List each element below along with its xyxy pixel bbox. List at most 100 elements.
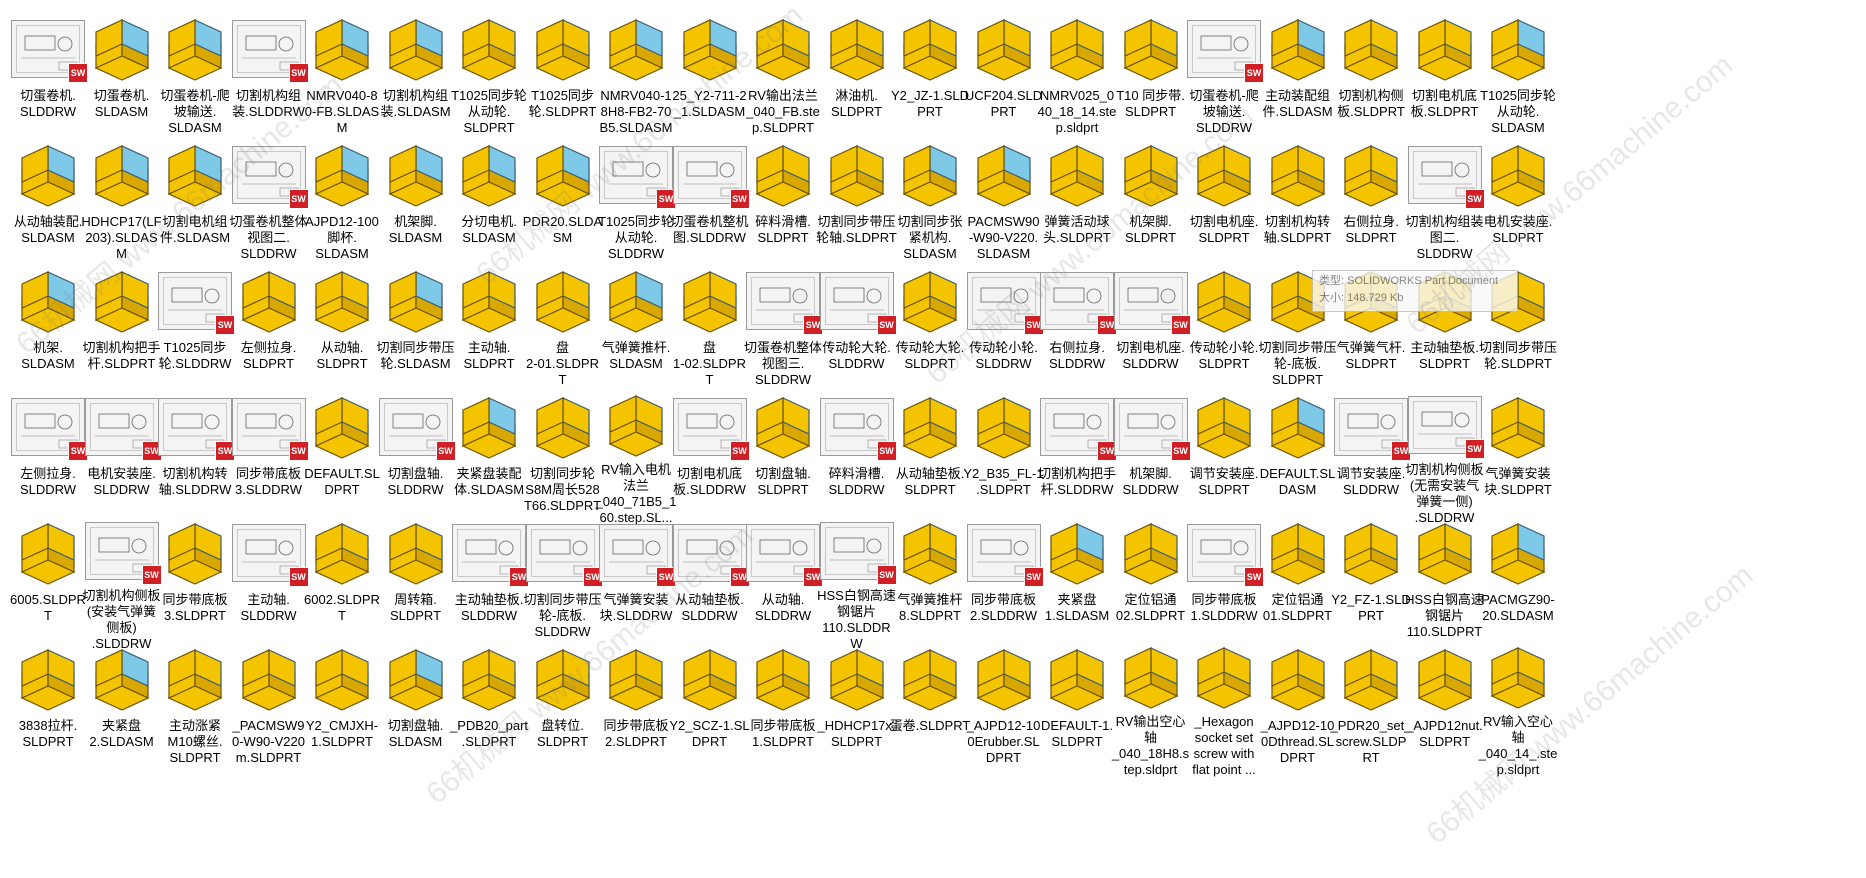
part-icon (524, 390, 602, 464)
file-name: 切蛋卷机. SLDDRW (19, 88, 77, 119)
file-name: 6002.SLDPR T (304, 592, 380, 623)
part-icon (303, 264, 381, 338)
part-icon (1406, 516, 1484, 590)
file-name: 主动装配组 件.SLDASM (1262, 88, 1333, 119)
file-name: 同步带底板 1.SLDPRT (750, 718, 816, 749)
part-icon (1332, 516, 1410, 590)
drawing-icon: SW (818, 390, 897, 464)
file-item[interactable]: 夹紧盘 2.SLDASM (80, 630, 164, 778)
drawing-icon: SW (230, 138, 309, 212)
file-item[interactable]: _AJPD12-10 0Dthread.SL DPRT (1256, 630, 1340, 778)
drawing-icon: SW (83, 516, 162, 586)
file-name: 切割电机底 板.SLDPRT (1410, 88, 1479, 119)
file-item[interactable]: 蛋卷.SLDPRT (888, 630, 972, 778)
file-name: 蛋卷.SLDPRT (889, 718, 971, 733)
drawing-icon: SW (1406, 390, 1485, 460)
part-icon (597, 642, 675, 716)
assembly-icon (1259, 390, 1337, 464)
file-item[interactable]: 主动涨紧 M10螺丝. SLDPRT (153, 630, 237, 778)
part-icon (1259, 642, 1337, 716)
file-item[interactable]: Y2_SCZ-1.SL DPRT (668, 630, 752, 778)
file-item[interactable]: _PACMSW9 0-W90-V220 m.SLDPRT (227, 630, 311, 778)
part-icon (524, 642, 602, 716)
file-name: 左侧拉身. SLDDRW (19, 466, 77, 497)
file-name: 主动轴. SLDDRW (240, 592, 297, 623)
file-name: 夹紧盘 2.SLDASM (89, 718, 154, 749)
file-item[interactable]: Y2_CMJXH- 1.SLDPRT (300, 630, 384, 778)
drawing-thumbnail: SW (231, 20, 309, 83)
file-name: 主动轴垫板. SLDPRT (1410, 340, 1479, 371)
file-item[interactable]: _AJPD12nut. SLDPRT (1403, 630, 1487, 778)
file-item[interactable]: 同步带底板 1.SLDPRT (741, 630, 825, 778)
file-item[interactable]: RV输入空心 轴 _040_14_.ste p.sldprt (1476, 630, 1560, 778)
part-icon (156, 516, 234, 590)
file-name: 盘转位. SLDPRT (536, 718, 589, 749)
part-icon (1185, 138, 1263, 212)
drawing-icon: SW (965, 516, 1044, 590)
drawing-thumbnail: SW (819, 272, 897, 335)
drawing-thumbnail: SW (452, 524, 529, 587)
part-icon (1259, 516, 1337, 590)
file-name: Y2_CMJXH- 1.SLDPRT (305, 718, 379, 749)
file-item[interactable]: 同步带底板 2.SLDPRT (594, 630, 678, 778)
part-icon (1332, 642, 1410, 716)
drawing-icon: SW (1185, 12, 1264, 86)
part-icon (450, 264, 528, 338)
drawing-thumbnail: SW (966, 524, 1044, 587)
file-name: 机架脚. SLDDRW (1122, 466, 1179, 497)
drawing-icon: SW (450, 516, 529, 590)
file-item[interactable]: _Hexagon socket set screw with flat poin… (1182, 630, 1266, 778)
file-item[interactable]: _PDR20_set_ screw.SLDP RT (1329, 630, 1413, 778)
file-name: 右侧拉身. SLDPRT (1343, 214, 1399, 245)
drawing-icon: SW (1406, 138, 1485, 212)
drawing-icon: SW (597, 516, 676, 590)
file-name: 切割机构组 装.SLDDRW (232, 88, 305, 119)
file-name: 周转箱. SLDPRT (389, 592, 442, 623)
drawing-icon: SW (818, 516, 897, 586)
file-name: 定位铝通 01.SLDPRT (1262, 592, 1333, 623)
file-name: _PACMSW9 0-W90-V220 m.SLDPRT (232, 718, 305, 765)
file-item[interactable]: _HDHCP17x. SLDPRT (815, 630, 899, 778)
file-name: 同步带底板 1.SLDDRW (1190, 592, 1258, 623)
file-name: 从动轴装配. SLDASM (13, 214, 83, 245)
file-item[interactable]: _PDB20_part .SLDPRT (447, 630, 531, 778)
file-name: T10 同步带. SLDPRT (1116, 88, 1185, 119)
assembly-icon (377, 138, 455, 212)
tooltip-type: 类型: SOLIDWORKS Part Document (1319, 275, 1499, 287)
part-icon (1332, 138, 1410, 212)
file-item[interactable]: RV输出空心 轴 _040_18H8.s tep.sldprt (1109, 630, 1193, 778)
file-name: 同步带底板 3.SLDDRW (235, 466, 302, 497)
drawing-icon: SW (1038, 264, 1117, 338)
drawing-icon: SW (1112, 264, 1191, 338)
assembly-icon (83, 138, 161, 212)
drawing-thumbnail: SW (84, 522, 162, 585)
assembly-icon (450, 390, 528, 464)
drawing-icon: SW (818, 264, 897, 338)
file-name: 切蛋卷机整机 图.SLDDRW (670, 214, 749, 245)
file-item[interactable]: 盘转位. SLDPRT (521, 630, 605, 778)
assembly-icon (377, 264, 455, 338)
file-name: 传动轮小轮. SLDPRT (1189, 340, 1259, 371)
file-name: Y2_SCZ-1.SL DPRT (669, 718, 750, 749)
file-item[interactable]: _AJPD12-10 0Erubber.SL DPRT (962, 630, 1046, 778)
drawing-icon: SW (671, 138, 750, 212)
drawing-thumbnail: SW (11, 20, 88, 83)
drawing-thumbnail: SW (1187, 20, 1264, 83)
file-item[interactable]: DEFAULT-1. SLDPRT (1035, 630, 1119, 778)
drawing-thumbnail: SW (599, 524, 676, 587)
assembly-icon (1479, 12, 1557, 86)
part-icon (891, 516, 969, 590)
part-icon (377, 516, 455, 590)
part-icon (230, 642, 308, 716)
part-icon (303, 642, 381, 716)
assembly-icon (303, 12, 381, 86)
file-name: 夹紧盘装配 体.SLDASM (453, 466, 525, 497)
file-name: 弹簧活动球 头.SLDPRT (1043, 214, 1111, 245)
file-item[interactable]: 3838拉杆. SLDPRT (6, 630, 90, 778)
file-item[interactable]: 切割盘轴. SLDASM (374, 630, 458, 778)
assembly-icon (524, 138, 602, 212)
drawing-thumbnail: SW (231, 398, 309, 461)
drawing-thumbnail: SW (1407, 396, 1485, 459)
file-name: 切割同步带压 轮.SLDPRT (1478, 340, 1557, 371)
file-name: RV输出空心 轴 _040_18H8.s tep.sldprt (1111, 714, 1190, 777)
